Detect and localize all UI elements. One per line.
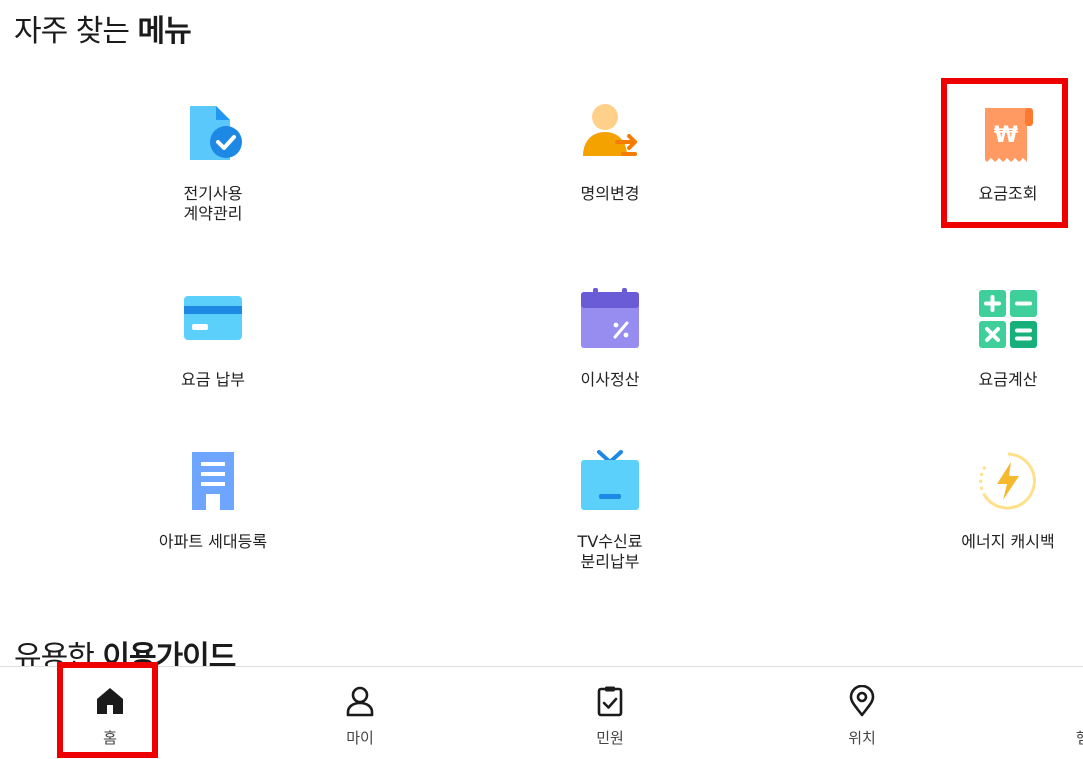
menu-item-energy-cashback[interactable]: 에너지 캐시백 <box>908 450 1083 552</box>
nav-item-location[interactable]: 위치 <box>812 667 912 748</box>
menu-item-contract-management[interactable]: 전기사용 계약관리 <box>113 102 313 224</box>
nav-item-my[interactable]: 마이 <box>310 667 410 748</box>
calculator-icon <box>979 290 1037 348</box>
lightning-cashback-icon <box>979 452 1036 510</box>
menu-item-name-change[interactable]: 명의변경 <box>510 102 710 204</box>
menu-item-label: 요금 납부 <box>181 370 245 389</box>
menu-item-label: 요금계산 <box>978 370 1038 389</box>
nav-label-my: 마이 <box>346 729 374 747</box>
menu-item-label: 전기사용 계약관리 <box>183 184 243 223</box>
menu-item-apartment-registration[interactable]: 아파트 세대등록 <box>113 450 313 552</box>
tv-icon <box>581 450 639 510</box>
menu-item-move-settlement[interactable]: 이사정산 <box>510 288 710 390</box>
menu-item-tv-fee-separate-payment[interactable]: TV수신료 분리납부 <box>510 450 710 572</box>
nav-label-partial: 햄 <box>1076 729 1083 747</box>
menu-item-label: 에너지 캐시백 <box>961 532 1055 551</box>
menu-item-label: 아파트 세대등록 <box>158 532 268 551</box>
location-pin-icon <box>849 685 875 717</box>
calendar-percent-icon <box>581 288 639 348</box>
section-title-frequent-menu: 자주 찾는 메뉴 <box>14 14 192 49</box>
nav-item-civil-complaint[interactable]: 민원 <box>560 667 660 748</box>
menu-item-label: 명의변경 <box>580 184 640 203</box>
document-check-icon <box>190 106 242 160</box>
nav-label-location: 위치 <box>848 729 876 747</box>
person-transfer-icon <box>583 104 637 156</box>
menu-item-label: TV수신료 분리납부 <box>577 532 643 571</box>
menu-item-label: 이사정산 <box>580 370 640 389</box>
clipboard-check-icon <box>597 686 623 717</box>
nav-label-civil-complaint: 민원 <box>596 729 624 747</box>
highlight-box-bill-inquiry <box>941 78 1068 228</box>
menu-item-bill-payment[interactable]: 요금 납부 <box>113 288 313 390</box>
person-icon <box>346 686 374 717</box>
menu-item-bill-calculator[interactable]: 요금계산 <box>908 288 1083 390</box>
highlight-box-home <box>57 662 158 758</box>
credit-card-icon <box>184 296 242 340</box>
apartment-building-icon <box>192 452 234 510</box>
nav-item-partial[interactable]: 햄 <box>1036 667 1083 748</box>
bottom-navigation: 홈 마이 민원 위치 햄 <box>0 666 1083 759</box>
